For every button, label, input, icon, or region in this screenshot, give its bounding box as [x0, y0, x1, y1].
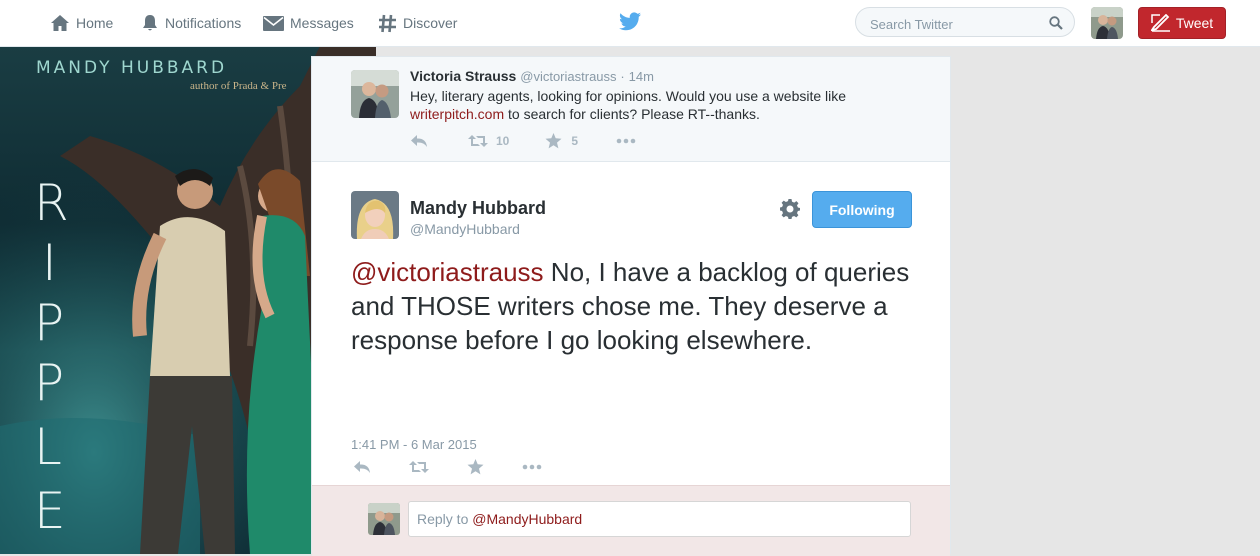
- tweet-timestamp[interactable]: 1:41 PM - 6 Mar 2015: [351, 437, 477, 452]
- user-photo: [351, 191, 399, 239]
- author-handle[interactable]: @MandyHubbard: [410, 221, 520, 237]
- reply-icon: [411, 135, 427, 147]
- cover-title-letter: E: [34, 482, 66, 540]
- compose-tweet-label: Tweet: [1175, 15, 1214, 31]
- avatar: [368, 503, 400, 535]
- retweet-count: 10: [496, 134, 510, 148]
- nav-home-label: Home: [76, 15, 114, 31]
- avatar[interactable]: [351, 70, 399, 118]
- star-icon: [467, 459, 484, 475]
- cover-title-letter: L: [34, 418, 62, 476]
- reply-prefix: Reply to: [417, 511, 473, 527]
- favorite-button[interactable]: 5: [545, 133, 578, 149]
- retweet-button[interactable]: [409, 460, 429, 474]
- following-button[interactable]: Following: [812, 191, 912, 228]
- user-photo: [368, 503, 400, 535]
- in-reply-to-tweet[interactable]: Victoria Strauss @victoriastrauss · 14m …: [312, 57, 950, 162]
- reply-mention: @MandyHubbard: [472, 511, 583, 527]
- tweet-header: Victoria Strauss @victoriastrauss · 14m: [410, 68, 654, 84]
- envelope-icon: [263, 15, 284, 31]
- star-icon: [545, 133, 562, 149]
- account-avatar[interactable]: [1091, 7, 1123, 39]
- top-navigation-bar: Home Notifications Messages Discover Twe…: [0, 0, 1260, 47]
- compose-tweet-button[interactable]: Tweet: [1138, 7, 1226, 39]
- favorite-count: 5: [571, 134, 579, 148]
- reply-input[interactable]: Reply to @MandyHubbard: [408, 501, 911, 537]
- user-photo: [1091, 7, 1123, 39]
- permalink-tweet: Mandy Hubbard @MandyHubbard Following @v…: [312, 161, 950, 485]
- cover-author: MANDY HUBBARD: [36, 58, 228, 78]
- twitter-bird-icon[interactable]: [619, 12, 641, 31]
- reply-composer: Reply to @MandyHubbard: [312, 485, 950, 556]
- search-input[interactable]: [868, 14, 1042, 34]
- tweet-mention[interactable]: @victoriastrauss: [351, 257, 544, 287]
- cover-title-letter: I: [42, 234, 57, 292]
- reply-icon: [354, 461, 370, 473]
- retweet-button[interactable]: 10: [468, 134, 509, 148]
- author-handle[interactable]: @victoriastrauss: [520, 69, 616, 84]
- favorite-button[interactable]: [467, 459, 484, 475]
- author-name[interactable]: Mandy Hubbard: [410, 198, 546, 219]
- more-button[interactable]: [522, 464, 542, 470]
- retweet-icon: [468, 135, 488, 147]
- nav-notifications-label: Notifications: [165, 15, 242, 31]
- more-dots-icon: [616, 138, 636, 144]
- cover-title-letter: P: [34, 354, 65, 412]
- home-icon: [51, 15, 69, 31]
- user-photo: [351, 70, 399, 118]
- nav-discover-label: Discover: [403, 15, 458, 31]
- tweet-time[interactable]: 14m: [629, 69, 654, 84]
- tweet-actions: 10 5: [410, 133, 636, 149]
- author-name[interactable]: Victoria Strauss: [410, 68, 516, 84]
- tweet-permalink-column: Victoria Strauss @victoriastrauss · 14m …: [311, 56, 951, 556]
- cover-title-letter: P: [34, 294, 65, 352]
- more-dots-icon: [522, 464, 542, 470]
- gear-icon[interactable]: [780, 199, 800, 219]
- nav-discover[interactable]: Discover: [378, 0, 457, 46]
- avatar[interactable]: [351, 191, 399, 239]
- nav-notifications[interactable]: Notifications: [141, 0, 241, 46]
- cover-subtitle: author of Prada & Pre: [190, 80, 287, 92]
- reply-button[interactable]: [353, 460, 371, 474]
- tweet-link[interactable]: writerpitch.com: [410, 106, 504, 122]
- tweet-text: @victoriastrauss No, I have a backlog of…: [351, 255, 911, 357]
- nav-home[interactable]: Home: [50, 0, 113, 46]
- search-icon[interactable]: [1049, 16, 1063, 30]
- compose-quill-icon: [1150, 14, 1170, 32]
- tweet-actions: [353, 459, 542, 475]
- tweet-text: Hey, literary agents, looking for opinio…: [410, 87, 880, 123]
- search-box[interactable]: [855, 7, 1075, 37]
- cover-title-letter: R: [34, 174, 69, 232]
- retweet-icon: [409, 461, 429, 473]
- tweet-text-start: Hey, literary agents, looking for opinio…: [410, 88, 847, 104]
- tweet-text-end: to search for clients? Please RT--thanks…: [504, 106, 760, 122]
- bell-icon: [143, 15, 157, 31]
- hashtag-icon: [379, 14, 396, 32]
- separator: ·: [620, 69, 625, 84]
- reply-button[interactable]: [410, 134, 428, 148]
- more-button[interactable]: [616, 138, 636, 144]
- nav-messages[interactable]: Messages: [263, 0, 354, 46]
- nav-messages-label: Messages: [290, 15, 354, 31]
